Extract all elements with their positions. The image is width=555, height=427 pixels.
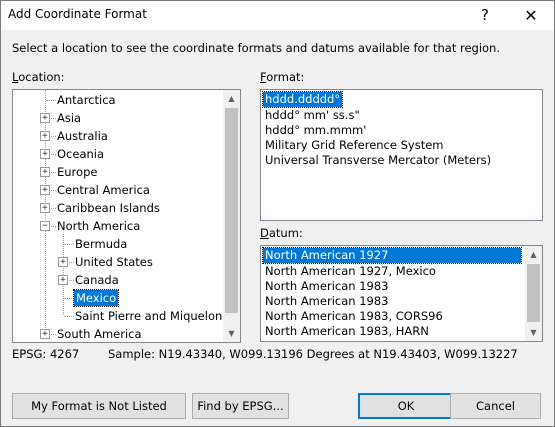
help-icon: ?	[481, 6, 489, 24]
format-item[interactable]: Universal Transverse Mercator (Meters)	[263, 153, 491, 168]
datum-item[interactable]: North American 1927	[262, 247, 522, 264]
location-label: Location:	[12, 70, 65, 84]
scroll-up-icon[interactable]: ▲	[223, 90, 240, 107]
datum-list[interactable]: North American 1927 North American 1927,…	[260, 245, 543, 342]
window-title: Add Coordinate Format	[8, 7, 147, 21]
expand-icon[interactable]: +	[40, 203, 50, 213]
location-scrollbar[interactable]: ▲ ▼	[223, 90, 240, 342]
cancel-button[interactable]: Cancel	[450, 393, 541, 419]
close-icon: ✕	[524, 5, 538, 25]
close-button[interactable]: ✕	[509, 0, 553, 30]
location-tree[interactable]: Antarctica + Asia + Australia + Oceania …	[12, 89, 241, 343]
datum-scrollbar[interactable]: ▲ ▼	[525, 246, 542, 341]
datum-item[interactable]: North American 1983, CORS96	[263, 309, 443, 324]
find-by-epsg-button[interactable]: Find by EPSG...	[192, 393, 289, 419]
scroll-thumb[interactable]	[527, 264, 540, 322]
expand-icon[interactable]: +	[58, 257, 68, 267]
title-bar: Add Coordinate Format ? ✕	[0, 0, 555, 30]
selected-location: Mexico	[72, 289, 120, 307]
format-item[interactable]: hddd° mm' ss.s"	[263, 108, 360, 123]
datum-item[interactable]: North American 1983	[263, 279, 388, 294]
scroll-up-icon[interactable]: ▲	[525, 246, 542, 263]
sample-text: Sample: N19.43340, W099.13196 Degrees at…	[108, 347, 518, 361]
datum-item[interactable]: North American 1983, HARN	[263, 324, 429, 339]
collapse-icon[interactable]: −	[40, 221, 50, 231]
datum-item[interactable]: North American 1927, Mexico	[263, 264, 436, 279]
expand-icon[interactable]: +	[40, 329, 50, 339]
scroll-down-icon[interactable]: ▼	[525, 324, 542, 341]
epsg-code: EPSG: 4267	[12, 347, 80, 361]
scroll-thumb[interactable]	[225, 108, 238, 313]
format-list[interactable]: hddd.ddddd° hddd° mm' ss.s" hddd° mm.mmm…	[260, 89, 543, 221]
format-label: Format:	[260, 70, 305, 84]
expand-icon[interactable]: +	[40, 149, 50, 159]
datum-item[interactable]: North American 1983	[263, 294, 388, 309]
expand-icon[interactable]: +	[40, 131, 50, 141]
instruction-text: Select a location to see the coordinate …	[12, 41, 501, 55]
format-item[interactable]: Military Grid Reference System	[263, 138, 444, 153]
expand-icon[interactable]: +	[40, 185, 50, 195]
expand-icon[interactable]: +	[58, 275, 68, 285]
format-item[interactable]: hddd° mm.mmm'	[263, 123, 366, 138]
expand-icon[interactable]: +	[40, 113, 50, 123]
format-item[interactable]: hddd.ddddd°	[261, 91, 344, 108]
format-not-listed-button[interactable]: My Format is Not Listed	[12, 393, 186, 419]
scroll-down-icon[interactable]: ▼	[223, 325, 240, 342]
ok-button[interactable]: OK	[358, 393, 454, 419]
tree-line	[45, 90, 46, 336]
datum-label: Datum:	[260, 226, 303, 240]
expand-icon[interactable]: +	[40, 167, 50, 177]
help-button[interactable]: ?	[463, 0, 507, 30]
